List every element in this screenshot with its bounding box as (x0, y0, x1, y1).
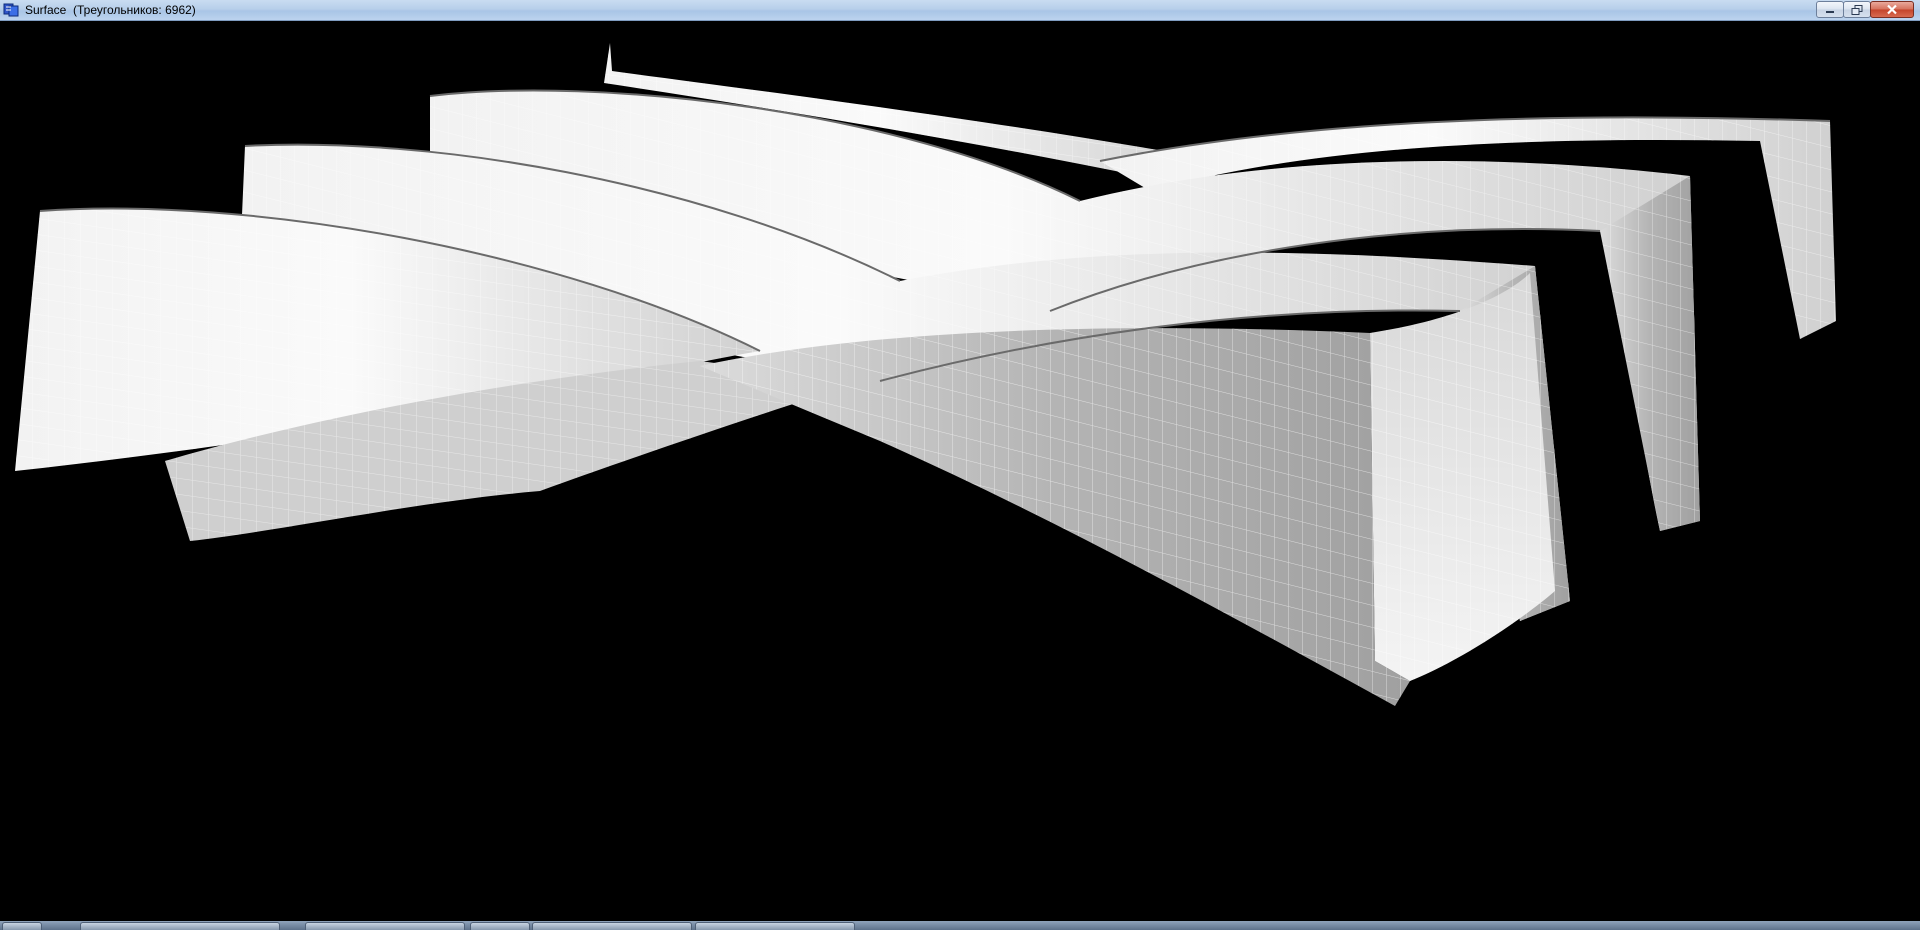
close-button[interactable] (1870, 1, 1914, 18)
taskbar-item[interactable] (532, 922, 692, 930)
taskbar-item[interactable] (305, 922, 465, 930)
3d-viewport[interactable] (0, 21, 1920, 921)
close-icon (1887, 4, 1897, 15)
surface-render[interactable] (0, 21, 1920, 921)
taskbar-item[interactable] (695, 922, 855, 930)
app-icon (3, 3, 19, 17)
window-controls (1816, 1, 1914, 19)
taskbar-item[interactable] (470, 922, 530, 930)
title-bar[interactable]: Surface (Треугольников: 6962) (0, 0, 1920, 21)
window-title: Surface (Треугольников: 6962) (25, 3, 196, 17)
app-window: Surface (Треугольников: 6962) (0, 0, 1920, 930)
minimize-icon (1826, 10, 1834, 13)
taskbar-item[interactable] (80, 922, 280, 930)
taskbar (0, 921, 1920, 930)
start-button[interactable] (2, 922, 42, 930)
restore-icon (1851, 4, 1863, 15)
maximize-button[interactable] (1843, 1, 1871, 18)
minimize-button[interactable] (1816, 1, 1844, 18)
